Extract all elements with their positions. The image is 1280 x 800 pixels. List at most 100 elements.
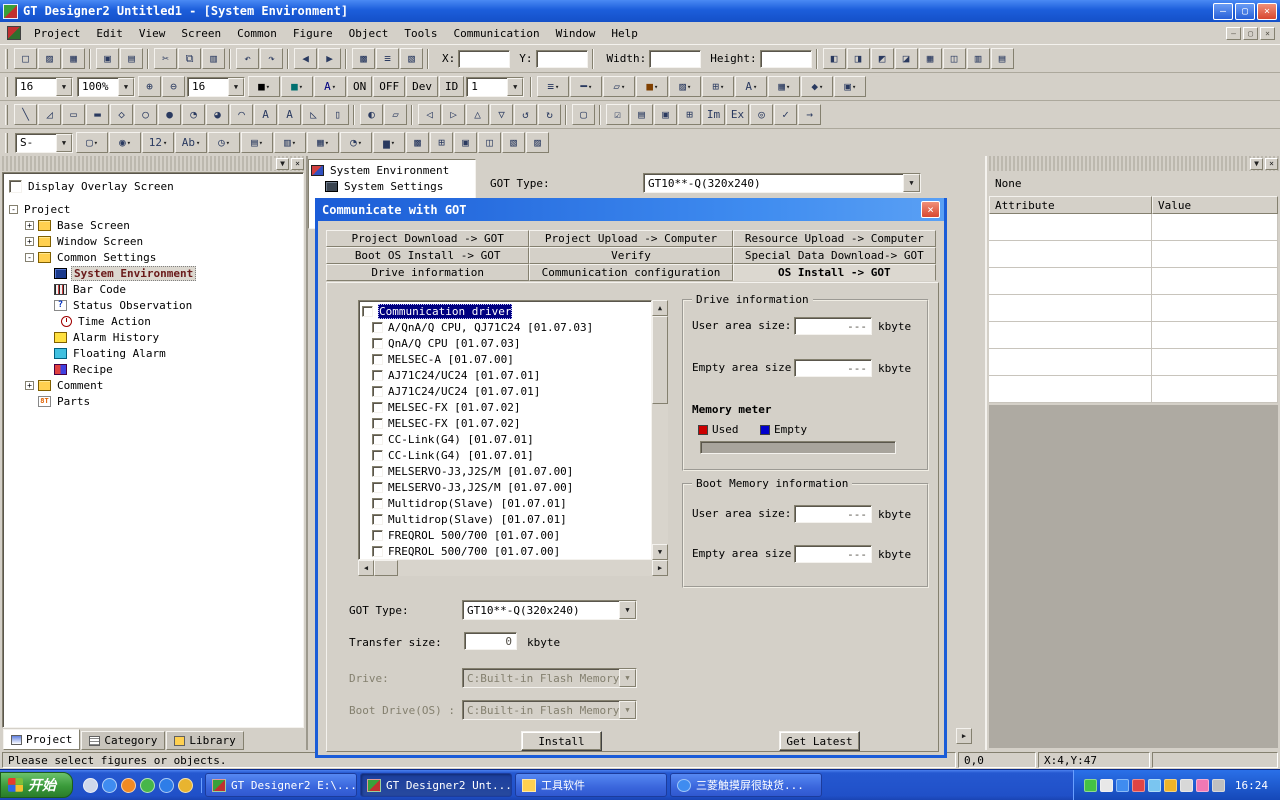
driver-checkbox[interactable] [372, 370, 383, 381]
driver-item[interactable]: MELSERVO-J3,J2S/M [01.07.00] [362, 463, 651, 479]
driver-checkbox[interactable] [372, 386, 383, 397]
switch-object-icon[interactable]: ▢▾ [76, 132, 108, 153]
flip-up-icon[interactable]: △ [466, 104, 489, 125]
driver-item[interactable]: A/QnA/Q CPU, QJ71C24 [01.07.03] [362, 319, 651, 335]
flip-left-icon[interactable]: ◁ [418, 104, 441, 125]
scrollbar-thumb[interactable] [374, 560, 398, 576]
install-button[interactable]: Install [521, 731, 602, 751]
toolbar-grip[interactable] [5, 133, 8, 153]
chevron-down-icon[interactable]: ▼ [507, 78, 523, 96]
driver-item[interactable]: CC-Link(G4) [01.07.01] [362, 447, 651, 463]
fill-color-icon[interactable]: ■▾ [281, 76, 313, 97]
driver-checkbox[interactable] [362, 306, 373, 317]
ascii-display-icon[interactable]: Ab▾ [175, 132, 207, 153]
network-icon[interactable] [1116, 779, 1129, 792]
attribute-column-header[interactable]: Attribute [989, 196, 1152, 214]
arc-tool-icon[interactable]: ◔ [182, 104, 205, 125]
tree-item-project[interactable]: -Project [5, 201, 301, 217]
driver-checkbox[interactable] [372, 546, 383, 557]
panel-drag-handle[interactable]: ▼ × [0, 156, 306, 171]
tab-verify[interactable]: Verify [529, 247, 732, 264]
tab-boot-os-install-got[interactable]: Boot OS Install -> GOT [326, 247, 529, 264]
firefox-icon[interactable] [121, 778, 136, 793]
copy-icon[interactable]: ⧉ [178, 48, 201, 69]
search-icon[interactable]: ◎ [750, 104, 773, 125]
driver-checkbox[interactable] [372, 482, 383, 493]
option-icon[interactable]: ⊞ [678, 104, 701, 125]
scroll-right-button[interactable]: ▶ [652, 560, 668, 576]
chevron-down-icon[interactable]: ▼ [56, 134, 72, 152]
tab-resource-upload-computer[interactable]: Resource Upload -> Computer [733, 230, 936, 247]
state-on-button[interactable]: ON [347, 76, 372, 97]
layer-icon[interactable]: ▥ [967, 48, 990, 69]
menu-window[interactable]: Window [548, 24, 604, 43]
panel-close-button[interactable]: × [291, 158, 304, 170]
import-project-icon[interactable]: Im [702, 104, 725, 125]
rotate-right-icon[interactable]: ↻ [538, 104, 561, 125]
new-screen-icon[interactable]: ▣ [96, 48, 119, 69]
text-color-icon[interactable]: A▾ [314, 76, 346, 97]
align-bottom-icon[interactable]: ◪ [895, 48, 918, 69]
shape-color-icon[interactable]: ■▾ [636, 76, 668, 97]
start-button[interactable]: 开始 [0, 772, 73, 798]
paint-tool-icon[interactable]: ◐ [360, 104, 383, 125]
driver-checkbox[interactable] [372, 514, 383, 525]
driver-item[interactable]: MELSEC-FX [01.07.02] [362, 399, 651, 415]
menu-screen[interactable]: Screen [173, 24, 229, 43]
get-latest-button[interactable]: Get Latest [779, 731, 860, 751]
taskbar-clock[interactable]: 16:24 [1235, 779, 1268, 792]
rectangle-tool-icon[interactable]: ▭ [62, 104, 85, 125]
height-input[interactable] [760, 50, 812, 68]
chevron-down-icon[interactable]: ▼ [619, 601, 636, 619]
chevron-down-icon[interactable]: ▼ [56, 78, 72, 96]
menu-project[interactable]: Project [26, 24, 88, 43]
display-overlay-checkbox[interactable] [9, 180, 22, 193]
arc2-tool-icon[interactable]: ◠ [230, 104, 253, 125]
x-input[interactable] [458, 50, 510, 68]
expand-icon[interactable]: + [25, 237, 34, 246]
numerical-display-icon[interactable]: 12▾ [142, 132, 174, 153]
device-display-button[interactable]: Dev [406, 76, 438, 97]
y-input[interactable] [536, 50, 588, 68]
recipe-object-icon[interactable]: ▩ [406, 132, 429, 153]
volume-icon[interactable] [1100, 779, 1113, 792]
style-icon[interactable]: ▣▾ [834, 76, 866, 97]
task-button-gt-designer2-2[interactable]: GT Designer2 Unt... [360, 773, 512, 797]
align-left-icon[interactable]: ◧ [823, 48, 846, 69]
tab-os-install-got[interactable]: OS Install -> GOT [733, 264, 936, 281]
driver-item[interactable]: Multidrop(Slave) [01.07.01] [362, 495, 651, 511]
same-size-icon[interactable]: ◫ [943, 48, 966, 69]
open-icon[interactable]: ▨ [38, 48, 61, 69]
battery-icon[interactable] [1212, 779, 1225, 792]
dialog-close-button[interactable]: × [921, 201, 940, 218]
align-top-icon[interactable]: ◩ [871, 48, 894, 69]
safety-icon[interactable] [1084, 779, 1097, 792]
tab-category[interactable]: Category [81, 731, 165, 750]
zoom-out-icon[interactable]: ⊖ [162, 76, 185, 97]
switch-style-combo[interactable]: S-▼ [15, 133, 73, 153]
toolbar-grip[interactable] [5, 105, 8, 125]
tree-item-common-settings[interactable]: -Common Settings [5, 249, 301, 265]
horizontal-scrollbar[interactable]: ◀ ▶ [358, 560, 668, 576]
data-check-icon[interactable]: ☑ [606, 104, 629, 125]
tree-item-status-observation[interactable]: Status Observation [5, 297, 301, 313]
driver-item[interactable]: MELSEC-FX [01.07.02] [362, 415, 651, 431]
menu-view[interactable]: View [131, 24, 174, 43]
paste-icon[interactable]: ▥ [202, 48, 225, 69]
antivirus-icon[interactable] [1132, 779, 1145, 792]
driver-checkbox[interactable] [372, 402, 383, 413]
font-size-combo[interactable]: 16▼ [187, 77, 245, 97]
flip-down-icon[interactable]: ▽ [490, 104, 513, 125]
driver-item[interactable]: AJ71C24/UC24 [01.07.01] [362, 383, 651, 399]
window-object-icon[interactable]: ⊞ [430, 132, 453, 153]
text-tool-icon[interactable]: A [254, 104, 277, 125]
driver-checkbox[interactable] [372, 434, 383, 445]
font-icon[interactable]: A▾ [735, 76, 767, 97]
state-off-button[interactable]: OFF [373, 76, 405, 97]
align-right-icon[interactable]: ◨ [847, 48, 870, 69]
verify-icon[interactable]: ✓ [774, 104, 797, 125]
chevron-down-icon[interactable]: ▼ [228, 78, 244, 96]
clock-object-icon[interactable]: ◷▾ [208, 132, 240, 153]
new-icon[interactable]: □ [14, 48, 37, 69]
line-color-icon[interactable]: ■▾ [248, 76, 280, 97]
